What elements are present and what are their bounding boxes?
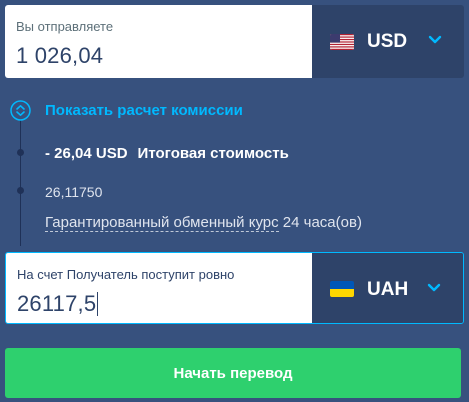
timeline-line bbox=[20, 118, 21, 246]
chevron-down-icon bbox=[428, 33, 442, 47]
send-amount-value[interactable]: 1 026,04 bbox=[16, 43, 103, 69]
send-amount-label: Вы отправляете bbox=[16, 19, 114, 34]
receive-currency-select[interactable]: UAH bbox=[312, 253, 463, 323]
timeline-dot bbox=[17, 149, 24, 156]
send-amount-field[interactable]: Вы отправляете 1 026,04 bbox=[5, 5, 312, 78]
rate-description: Гарантированный обменный курс 24 часа(ов… bbox=[45, 214, 362, 232]
receive-amount-input[interactable]: 26117,5 bbox=[17, 291, 99, 317]
show-fee-breakdown-link[interactable]: Показать расчет комиссии bbox=[45, 102, 243, 119]
us-flag-icon bbox=[330, 34, 354, 50]
send-currency-code: USD bbox=[367, 31, 408, 52]
fee-amount: - 26,04 USD bbox=[45, 145, 128, 162]
ua-flag-icon bbox=[330, 281, 354, 297]
send-amount-row: Вы отправляете 1 026,04 USD bbox=[5, 5, 464, 78]
fee-row: - 26,04 USD Итоговая стоимость bbox=[45, 145, 289, 162]
send-currency-select[interactable]: USD bbox=[312, 5, 464, 78]
receive-amount-value: 26117,5 bbox=[17, 291, 97, 316]
rate-duration: 24 часа(ов) bbox=[278, 214, 362, 231]
exchange-rate-value: 26,11750 bbox=[45, 184, 103, 200]
timeline-dot bbox=[17, 187, 24, 194]
receive-amount-row: На счет Получатель поступит ровно 26117,… bbox=[5, 252, 464, 324]
start-transfer-button[interactable]: Начать перевод bbox=[5, 348, 461, 398]
receive-currency-code: UAH bbox=[367, 279, 409, 300]
fee-label: Итоговая стоимость bbox=[137, 145, 289, 162]
receive-amount-label: На счет Получатель поступит ровно bbox=[17, 267, 235, 282]
receive-amount-field[interactable]: На счет Получатель поступит ровно 26117,… bbox=[6, 253, 312, 323]
guaranteed-rate-link[interactable]: Гарантированный обменный курс bbox=[45, 214, 279, 232]
chevron-down-icon bbox=[427, 281, 441, 295]
text-cursor bbox=[97, 291, 99, 316]
chevron-up-down-icon[interactable] bbox=[10, 100, 31, 121]
